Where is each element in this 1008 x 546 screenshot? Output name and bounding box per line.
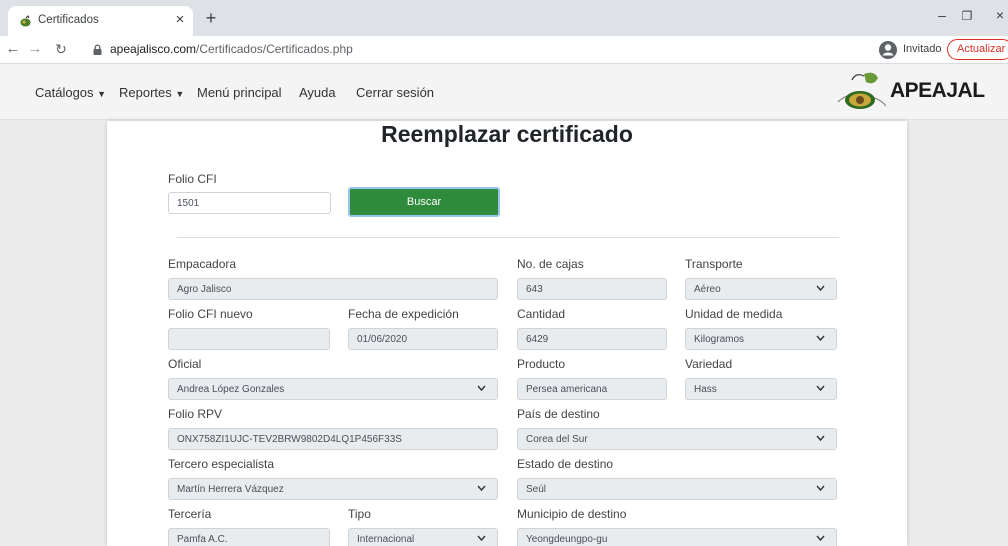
municipio-destino-label: Municipio de destino: [517, 507, 627, 521]
chevron-down-icon: [477, 385, 486, 392]
update-label: Actualizar: [957, 43, 1006, 55]
favicon-icon: [20, 15, 31, 27]
oficial-value: Andrea López Gonzales: [177, 384, 285, 395]
folio-rpv-label: Folio RPV: [168, 407, 223, 421]
nav-ayuda[interactable]: Ayuda: [299, 85, 336, 100]
folio-cfi-nuevo-label: Folio CFI nuevo: [168, 307, 253, 321]
page-title: Reemplazar certificado: [381, 121, 633, 147]
browser-toolbar: ← → ↻ apeajalisco.com/Certificados/Certi…: [0, 36, 1008, 64]
empacadora-field[interactable]: Agro Jalisco: [168, 278, 498, 300]
terceria-label: Tercería: [168, 507, 212, 521]
fecha-expedicion-field[interactable]: 01/06/2020: [348, 328, 498, 350]
restore-icon[interactable]: ❐: [955, 9, 979, 23]
lock-icon[interactable]: [92, 44, 103, 55]
folio-rpv-field[interactable]: ONX758ZI1UJC-TEV2BRW9802D4LQ1P456F33S: [168, 428, 498, 450]
municipio-destino-value: Yeongdeungpo-gu: [526, 534, 608, 545]
transporte-label: Transporte: [685, 257, 743, 271]
forward-icon[interactable]: →: [26, 40, 44, 57]
folio-cfi-input[interactable]: 1501: [168, 192, 331, 214]
cantidad-label: Cantidad: [517, 307, 566, 321]
empacadora-label: Empacadora: [168, 257, 237, 271]
folio-cfi-label: Folio CFI: [168, 172, 217, 186]
pais-destino-label: País de destino: [517, 407, 600, 421]
nav-reportes[interactable]: Reportes ▼: [119, 85, 184, 100]
producto-label: Producto: [517, 357, 566, 371]
municipio-destino-select[interactable]: Yeongdeungpo-gu: [517, 528, 837, 546]
chevron-down-icon: [816, 435, 825, 442]
fecha-expedicion-label: Fecha de expedición: [348, 307, 459, 321]
caret-down-icon: ▼: [97, 89, 107, 99]
guest-label: Invitado: [903, 43, 942, 55]
tipo-value: Internacional: [357, 534, 415, 545]
nav-menu-principal[interactable]: Menú principal: [197, 85, 282, 100]
estado-destino-select[interactable]: Seúl: [517, 478, 837, 500]
chevron-down-icon: [477, 485, 486, 492]
reload-icon[interactable]: ↻: [52, 41, 70, 58]
pais-destino-select[interactable]: Corea del Sur: [517, 428, 837, 450]
certificate-form-card: Reemplazar certificado Folio CFI 1501 Bu…: [107, 121, 907, 546]
close-window-icon[interactable]: ×: [988, 7, 1008, 23]
logo-text: APEAJAL: [890, 79, 985, 102]
unidad-medida-select[interactable]: Kilogramos: [685, 328, 837, 350]
transporte-value: Aéreo: [694, 284, 721, 295]
chevron-down-icon: [816, 335, 825, 342]
nav-catalogos-label: Catálogos: [35, 85, 94, 100]
estado-destino-label: Estado de destino: [517, 457, 614, 471]
estado-destino-value: Seúl: [526, 484, 547, 495]
chevron-down-icon: [816, 385, 825, 392]
unidad-medida-label: Unidad de medida: [685, 307, 783, 321]
nav-reportes-label: Reportes: [119, 85, 172, 100]
browser-tab[interactable]: Certificados ×: [8, 6, 193, 36]
folio-cfi-nuevo-field[interactable]: [168, 328, 330, 350]
tab-title: Certificados: [38, 14, 99, 26]
caret-down-icon: ▼: [175, 89, 185, 99]
browser-tabstrip: Certificados × + – ❐ ×: [0, 0, 1008, 36]
unidad-medida-value: Kilogramos: [694, 334, 745, 345]
variedad-select[interactable]: Hass: [685, 378, 837, 400]
tipo-select[interactable]: Internacional: [348, 528, 498, 546]
pais-destino-value: Corea del Sur: [526, 434, 588, 445]
update-button[interactable]: Actualizar: [947, 39, 1008, 60]
chevron-down-icon: [816, 535, 825, 542]
variedad-label: Variedad: [685, 357, 733, 371]
avocado-logo-icon: [837, 72, 887, 109]
oficial-select[interactable]: Andrea López Gonzales: [168, 378, 498, 400]
tercero-especialista-select[interactable]: Martín Herrera Vázquez: [168, 478, 498, 500]
url-domain: apeajalisco.com: [110, 42, 197, 56]
tercero-especialista-label: Tercero especialista: [168, 457, 275, 471]
nav-catalogos[interactable]: Catálogos ▼: [35, 85, 106, 100]
back-icon[interactable]: ←: [4, 40, 22, 57]
terceria-field[interactable]: Pamfa A.C.: [168, 528, 330, 546]
close-icon[interactable]: ×: [171, 11, 189, 28]
apeajal-logo[interactable]: APEAJAL: [834, 68, 994, 114]
address-bar[interactable]: apeajalisco.com/Certificados/Certificado…: [110, 42, 353, 56]
nav-cerrar-sesion[interactable]: Cerrar sesión: [356, 85, 434, 100]
site-navbar: Catálogos ▼ Reportes ▼ Menú principal Ay…: [0, 64, 1008, 120]
transporte-select[interactable]: Aéreo: [685, 278, 837, 300]
section-divider: [177, 237, 839, 238]
tipo-label: Tipo: [348, 507, 371, 521]
chevron-down-icon: [477, 535, 486, 542]
tercero-especialista-value: Martín Herrera Vázquez: [177, 484, 284, 495]
chevron-down-icon: [816, 285, 825, 292]
cantidad-field[interactable]: 6429: [517, 328, 667, 350]
url-path: /Certificados/Certificados.php: [196, 42, 353, 56]
buscar-button[interactable]: Buscar: [348, 187, 500, 217]
new-tab-icon[interactable]: +: [200, 8, 222, 29]
oficial-label: Oficial: [168, 357, 202, 371]
chevron-down-icon: [816, 485, 825, 492]
producto-field[interactable]: Persea americana: [517, 378, 667, 400]
profile-icon[interactable]: [878, 40, 898, 60]
variedad-value: Hass: [694, 384, 717, 395]
minimize-icon[interactable]: –: [930, 7, 954, 23]
no-cajas-label: No. de cajas: [517, 257, 584, 271]
no-cajas-field[interactable]: 643: [517, 278, 667, 300]
